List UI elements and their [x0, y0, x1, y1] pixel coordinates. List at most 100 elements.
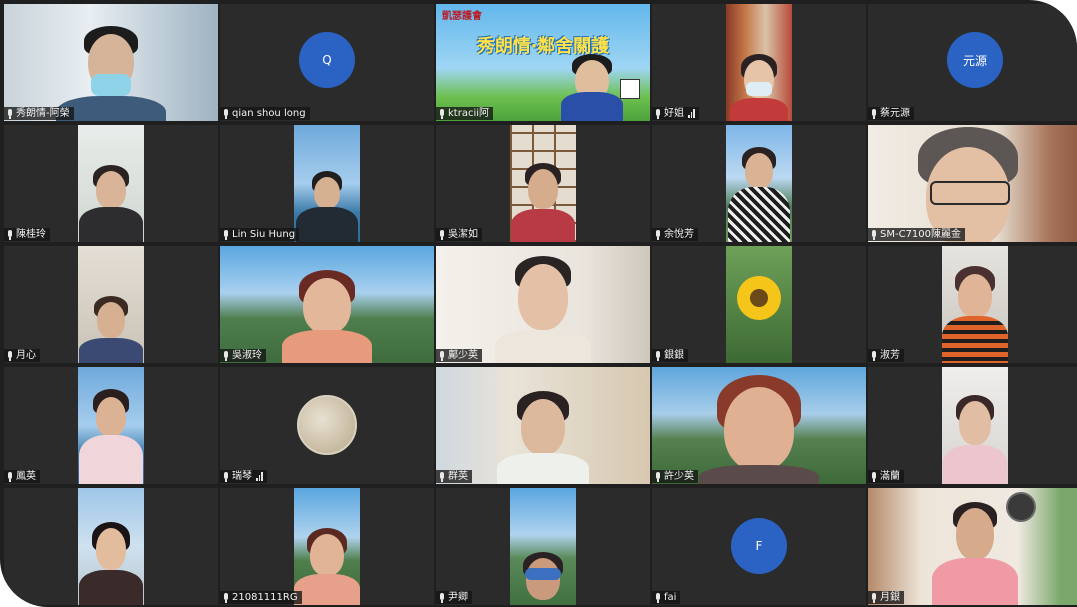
participant-tile[interactable]: 吳潔如: [436, 125, 650, 242]
participant-tile[interactable]: 尹卿: [436, 488, 650, 605]
signal-strength-icon: [256, 472, 263, 481]
microphone-icon: [438, 229, 446, 240]
participant-tile[interactable]: 月心: [4, 246, 218, 363]
participant-tile[interactable]: SM-C7100陳麗金: [868, 125, 1077, 242]
participant-name-label: 淑芳: [868, 349, 904, 362]
participant-video: [726, 125, 792, 242]
participant-video: [78, 246, 144, 363]
participant-video: [942, 367, 1008, 484]
participant-name-label: 尹卿: [436, 591, 472, 604]
participant-name-label: 蔡元源: [868, 107, 914, 120]
microphone-icon: [870, 471, 878, 482]
qr-code-icon: [620, 79, 640, 99]
microphone-icon: [870, 229, 878, 240]
participant-tile[interactable]: 元源 蔡元源: [868, 4, 1077, 121]
avatar: F: [731, 518, 787, 574]
avatar: [297, 395, 357, 455]
organization-logo: 凱瑟護會: [442, 11, 482, 22]
participant-tile[interactable]: 銀銀: [652, 246, 866, 363]
microphone-icon: [222, 108, 230, 119]
participant-name-label: 群英: [436, 470, 472, 483]
participant-name-label: fai: [652, 591, 681, 604]
participant-tile[interactable]: 余悅芳: [652, 125, 866, 242]
microphone-icon: [438, 108, 446, 119]
participant-video: [78, 488, 144, 605]
microphone-icon: [654, 592, 662, 603]
microphone-icon: [6, 471, 14, 482]
participant-name-label: SM-C7100陳麗金: [868, 228, 966, 241]
participant-tile[interactable]: [4, 488, 218, 605]
participant-name-label: 21081111RG: [220, 591, 302, 604]
microphone-icon: [222, 471, 230, 482]
participant-tile[interactable]: 21081111RG: [220, 488, 434, 605]
participant-tile[interactable]: Q qian shou long: [220, 4, 434, 121]
participant-name-label: 許少英: [652, 470, 698, 483]
participant-video: [436, 246, 650, 363]
signal-strength-icon: [688, 109, 695, 118]
participant-name-label: 滿蘭: [868, 470, 904, 483]
participant-video: [868, 488, 1077, 605]
avatar: Q: [299, 32, 355, 88]
participant-video: [942, 246, 1008, 363]
participant-tile[interactable]: 好姐: [652, 4, 866, 121]
participant-tile[interactable]: 淑芳: [868, 246, 1077, 363]
participant-video: [78, 367, 144, 484]
participant-gallery-grid: 秀朗情-阿榮 Q qian shou long 凱瑟護會 秀朗情‧鄰舍關護 kt…: [4, 4, 1077, 605]
participant-tile[interactable]: 凱瑟護會 秀朗情‧鄰舍關護 ktracii阿: [436, 4, 650, 121]
participant-tile[interactable]: 許少英: [652, 367, 866, 484]
microphone-icon: [6, 350, 14, 361]
participant-name-label: ktracii阿: [436, 107, 494, 120]
participant-video: [436, 367, 650, 484]
microphone-icon: [438, 592, 446, 603]
participant-video: [510, 488, 576, 605]
participant-tile[interactable]: 鄺少英: [436, 246, 650, 363]
participant-name-label: 吳潔如: [436, 228, 482, 241]
participant-name-label: 余悅芳: [652, 228, 698, 241]
sunglasses-icon: [525, 568, 561, 580]
participant-name-label: 鄺少英: [436, 349, 482, 362]
participant-name-label: 鳳英: [4, 470, 40, 483]
participant-video: [78, 125, 144, 242]
video-conference-window: 秀朗情-阿榮 Q qian shou long 凱瑟護會 秀朗情‧鄰舍關護 kt…: [0, 0, 1077, 607]
participant-video: [652, 367, 866, 484]
microphone-icon: [870, 108, 878, 119]
microphone-icon: [222, 229, 230, 240]
microphone-icon: [6, 229, 14, 240]
microphone-icon: [654, 350, 662, 361]
participant-tile[interactable]: Lin Siu Hung: [220, 125, 434, 242]
participant-tile[interactable]: 鳳英: [4, 367, 218, 484]
participant-tile[interactable]: 陳桂玲: [4, 125, 218, 242]
participant-name-label: 陳桂玲: [4, 228, 50, 241]
microphone-icon: [222, 592, 230, 603]
participant-video: [220, 246, 434, 363]
participant-video: [294, 125, 360, 242]
participant-name-label: 月銀: [868, 591, 904, 604]
microphone-icon: [654, 229, 662, 240]
microphone-icon: [654, 108, 662, 119]
participant-tile[interactable]: 瑞琴: [220, 367, 434, 484]
participant-name-label: 秀朗情-阿榮: [4, 107, 74, 120]
avatar: 元源: [947, 32, 1003, 88]
participant-name-label: 月心: [4, 349, 40, 362]
participant-tile[interactable]: 秀朗情-阿榮: [4, 4, 218, 121]
participant-tile[interactable]: F fai: [652, 488, 866, 605]
participant-tile[interactable]: 月銀: [868, 488, 1077, 605]
participant-tile[interactable]: 滿蘭: [868, 367, 1077, 484]
participant-video: [726, 246, 792, 363]
participant-video: [868, 125, 1077, 242]
participant-name-label: 銀銀: [652, 349, 688, 362]
participant-tile[interactable]: 吳淑玲: [220, 246, 434, 363]
participant-tile[interactable]: 群英: [436, 367, 650, 484]
participant-name-label: 瑞琴: [220, 470, 267, 483]
participant-name-label: 好姐: [652, 107, 699, 120]
microphone-icon: [870, 350, 878, 361]
wall-clock-icon: [1006, 492, 1036, 522]
participant-video: [726, 4, 792, 121]
event-banner-title: 秀朗情‧鄰舍關護: [476, 36, 610, 57]
microphone-icon: [6, 108, 14, 119]
participant-video: [4, 4, 218, 121]
participant-name-label: qian shou long: [220, 107, 310, 120]
participant-video: [510, 125, 576, 242]
microphone-icon: [438, 471, 446, 482]
microphone-icon: [870, 592, 878, 603]
